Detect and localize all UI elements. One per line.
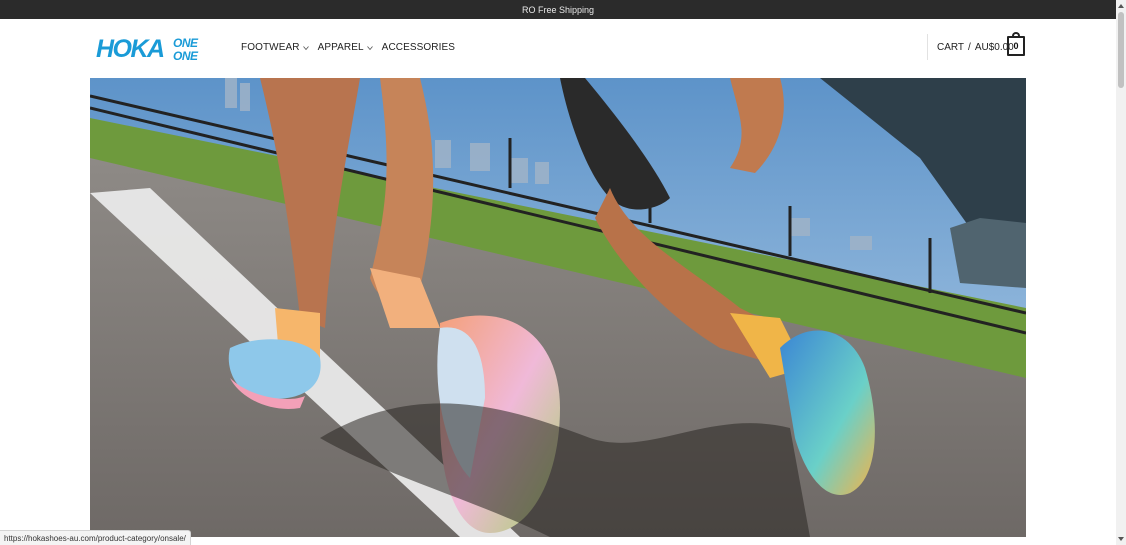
hero-image[interactable] [90,78,1026,537]
nav-accessories-label: ACCESSORIES [381,42,456,53]
nav-item-apparel[interactable]: APPAREL [318,42,373,53]
nav-item-footwear[interactable]: FOOTWEAR [241,42,309,53]
cart-link[interactable]: CART / AU$0.00 [937,42,1014,53]
cart-label: CART [937,42,965,53]
hoka-logo[interactable]: HOKA ONE ONE [96,35,216,61]
main-nav: FOOTWEAR APPAREL ACCESSORIES [241,42,455,53]
page-scrollbar[interactable] [1116,0,1126,545]
scrollbar-thumb[interactable] [1118,12,1124,88]
chevron-down-icon [302,45,309,50]
cart-separator: / [968,42,971,53]
nav-apparel-label: APPAREL [317,42,364,53]
svg-text:ONE: ONE [173,36,199,50]
cart-bag-icon[interactable]: 0 [1007,32,1025,56]
header-divider [927,34,928,60]
announcement-text: RO Free Shipping [521,4,595,15]
announcement-bar: RO Free Shipping [0,0,1116,19]
svg-text:HOKA: HOKA [96,35,164,61]
svg-text:ONE: ONE [173,49,199,61]
site-header: HOKA ONE ONE FOOTWEAR APPAREL ACCESSORIE… [0,19,1116,78]
scroll-down-arrow-icon[interactable] [1117,535,1125,543]
nav-footwear-label: FOOTWEAR [241,42,300,53]
scroll-up-arrow-icon[interactable] [1117,2,1125,10]
cart-count: 0 [1013,41,1019,51]
hero-photo [90,78,1026,537]
nav-item-accessories[interactable]: ACCESSORIES [382,42,455,53]
status-bar-url: https://hokashoes-au.com/product-categor… [0,530,191,545]
chevron-down-icon [366,45,373,50]
status-url-text: https://hokashoes-au.com/product-categor… [4,533,186,543]
